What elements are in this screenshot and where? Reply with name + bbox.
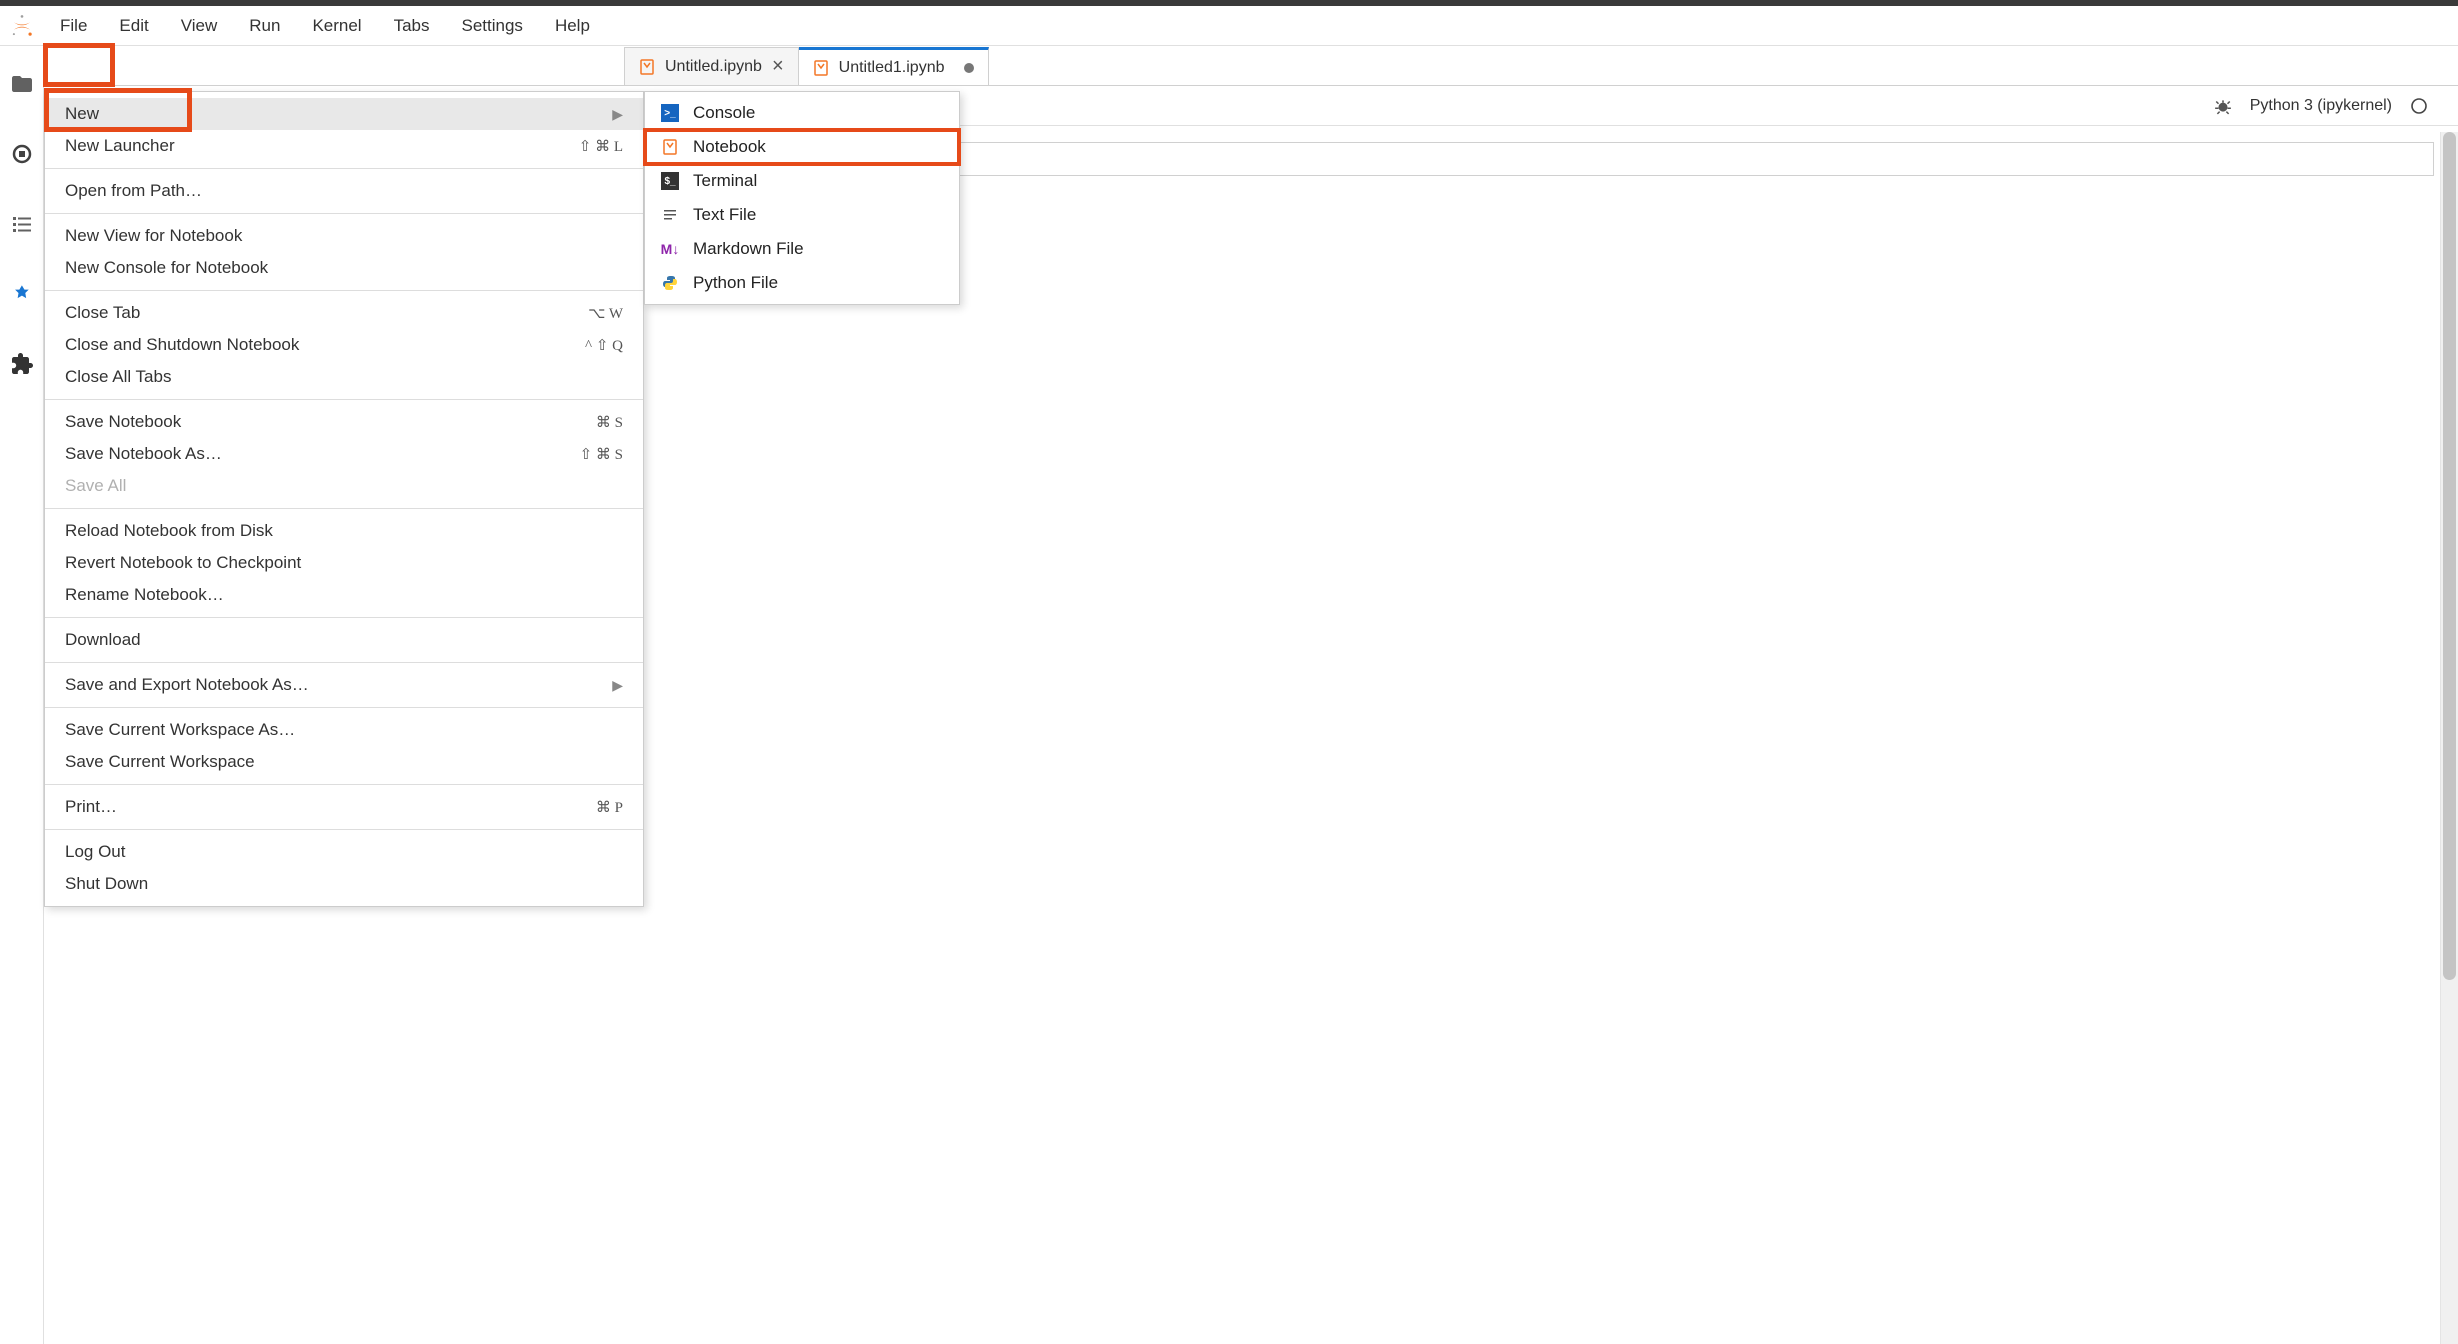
file-save-workspace[interactable]: Save Current Workspace [45, 746, 643, 778]
menu-help[interactable]: Help [539, 10, 606, 42]
new-console[interactable]: >_ Console [645, 96, 959, 130]
terminal-icon: $_ [661, 172, 679, 190]
menu-separator [45, 290, 643, 291]
file-save-notebook-as[interactable]: Save Notebook As…⇧ ⌘ S [45, 438, 643, 470]
shortcut-text: ^ ⇧ Q [585, 336, 623, 355]
menu-separator [45, 213, 643, 214]
menu-separator [45, 508, 643, 509]
file-new-console[interactable]: New Console for Notebook [45, 252, 643, 284]
toc-icon[interactable] [10, 212, 34, 236]
menu-run[interactable]: Run [233, 10, 296, 42]
toolbar-right: Python 3 (ipykernel) [2214, 97, 2458, 115]
new-submenu: >_ Console Notebook $_ Terminal Text Fil… [644, 91, 960, 305]
new-notebook[interactable]: Notebook [645, 130, 959, 164]
python-icon [661, 274, 679, 292]
file-shutdown[interactable]: Shut Down [45, 868, 643, 900]
shortcut-text: ⌘ P [596, 798, 623, 817]
notebook-icon [639, 59, 655, 75]
close-icon[interactable]: × [772, 55, 784, 78]
menu-separator [45, 617, 643, 618]
notebook-icon [813, 60, 829, 76]
menu-separator [45, 399, 643, 400]
running-icon[interactable] [10, 142, 34, 166]
file-logout[interactable]: Log Out [45, 836, 643, 868]
file-new-launcher[interactable]: New Launcher⇧ ⌘ L [45, 130, 643, 162]
extensions-icon[interactable] [10, 282, 34, 306]
file-print[interactable]: Print…⌘ P [45, 791, 643, 823]
kernel-status-icon[interactable] [2410, 97, 2428, 115]
puzzle-icon[interactable] [10, 352, 34, 376]
menu-separator [45, 168, 643, 169]
file-download[interactable]: Download [45, 624, 643, 656]
file-new[interactable]: New▶ [45, 98, 643, 130]
file-open-from-path[interactable]: Open from Path… [45, 175, 643, 207]
markdown-icon: M↓ [661, 240, 679, 258]
scrollbar[interactable] [2440, 132, 2458, 1344]
dirty-indicator-icon [964, 63, 974, 73]
file-close-shutdown[interactable]: Close and Shutdown Notebook^ ⇧ Q [45, 329, 643, 361]
file-save-workspace-as[interactable]: Save Current Workspace As… [45, 714, 643, 746]
new-terminal[interactable]: $_ Terminal [645, 164, 959, 198]
text-file-icon [661, 206, 679, 224]
tab-untitled[interactable]: Untitled.ipynb × [624, 47, 799, 85]
shortcut-text: ⇧ ⌘ S [580, 445, 623, 464]
menu-view[interactable]: View [165, 10, 234, 42]
new-python-file[interactable]: Python File [645, 266, 959, 300]
tab-label: Untitled1.ipynb [839, 59, 945, 77]
file-revert[interactable]: Revert Notebook to Checkpoint [45, 547, 643, 579]
notebook-icon [661, 138, 679, 156]
tab-label: Untitled.ipynb [665, 58, 762, 76]
file-new-view[interactable]: New View for Notebook [45, 220, 643, 252]
menu-kernel[interactable]: Kernel [296, 10, 377, 42]
file-rename[interactable]: Rename Notebook… [45, 579, 643, 611]
tabbar: Untitled.ipynb × Untitled1.ipynb [44, 46, 2458, 86]
menu-separator [45, 707, 643, 708]
menu-edit[interactable]: Edit [103, 10, 164, 42]
submenu-arrow-icon: ▶ [612, 106, 623, 123]
menu-separator [45, 662, 643, 663]
file-save-all: Save All [45, 470, 643, 502]
scrollbar-thumb[interactable] [2443, 132, 2456, 980]
file-export[interactable]: Save and Export Notebook As…▶ [45, 669, 643, 701]
folder-icon[interactable] [10, 72, 34, 96]
kernel-name[interactable]: Python 3 (ipykernel) [2250, 97, 2392, 115]
shortcut-text: ⌥ W [588, 304, 623, 323]
left-activity-bar [0, 46, 44, 1344]
menu-tabs[interactable]: Tabs [378, 10, 446, 42]
jupyter-logo[interactable] [4, 8, 40, 44]
file-save-notebook[interactable]: Save Notebook⌘ S [45, 406, 643, 438]
file-close-tab[interactable]: Close Tab⌥ W [45, 297, 643, 329]
submenu-arrow-icon: ▶ [612, 677, 623, 694]
menu-settings[interactable]: Settings [446, 10, 539, 42]
main-area: Untitled.ipynb × Untitled1.ipynb Code [0, 46, 2458, 1344]
file-menu-dropdown: New▶ New Launcher⇧ ⌘ L Open from Path… N… [44, 91, 644, 907]
shortcut-text: ⌘ S [596, 413, 623, 432]
menu-file[interactable]: File [44, 10, 103, 42]
menu-separator [45, 829, 643, 830]
menubar: File Edit View Run Kernel Tabs Settings … [0, 6, 2458, 46]
bug-icon[interactable] [2214, 97, 2232, 115]
console-icon: >_ [661, 104, 679, 122]
file-close-all[interactable]: Close All Tabs [45, 361, 643, 393]
tab-untitled1[interactable]: Untitled1.ipynb [799, 47, 990, 85]
new-markdown-file[interactable]: M↓ Markdown File [645, 232, 959, 266]
menu-separator [45, 784, 643, 785]
shortcut-text: ⇧ ⌘ L [579, 137, 623, 156]
new-text-file[interactable]: Text File [645, 198, 959, 232]
file-reload[interactable]: Reload Notebook from Disk [45, 515, 643, 547]
